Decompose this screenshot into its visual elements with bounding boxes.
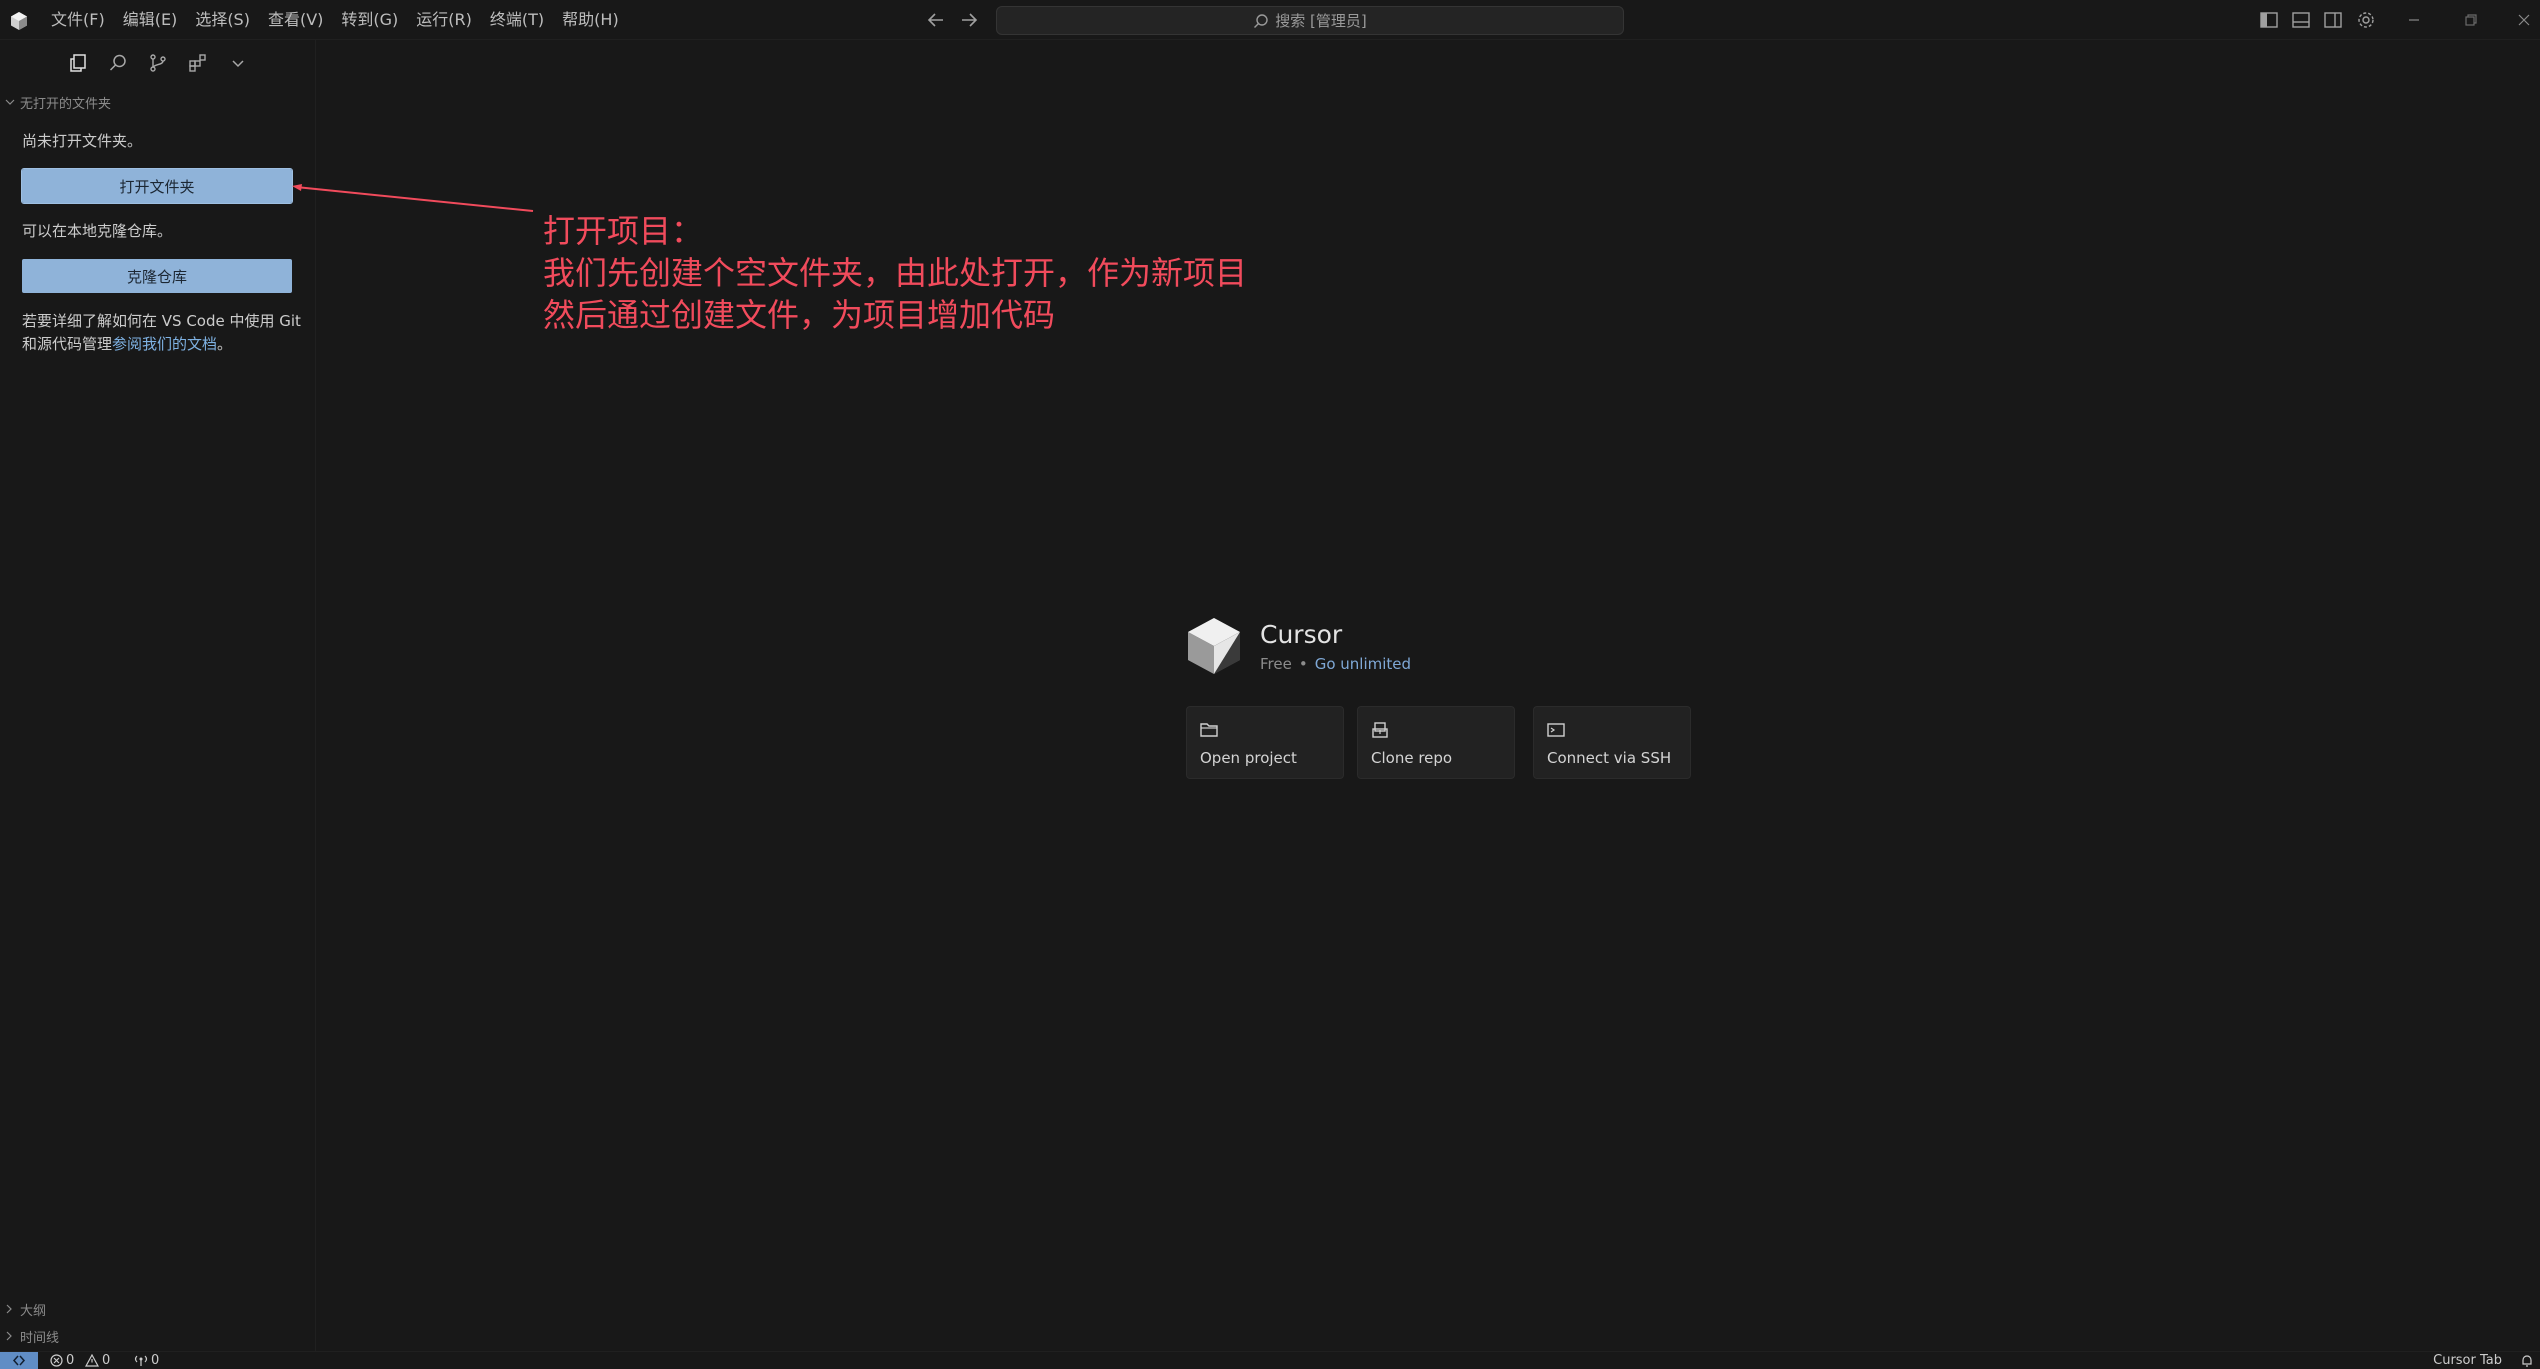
outline-section-header[interactable]: 大纲 bbox=[4, 1298, 46, 1320]
explorer-section-header[interactable]: 无打开的文件夹 bbox=[4, 90, 111, 114]
menu-selection[interactable]: 选择(S) bbox=[186, 0, 259, 40]
errors-count: 0 bbox=[66, 1353, 75, 1368]
annotation-line-2: 我们先创建个空文件夹，由此处打开，作为新项目 bbox=[543, 254, 1248, 292]
search-placeholder: 搜索 [管理员] bbox=[1275, 12, 1367, 30]
toggle-secondary-sidebar-icon[interactable] bbox=[2322, 9, 2344, 31]
remote-indicator-button[interactable] bbox=[0, 1352, 38, 1369]
sidebar-view-switcher bbox=[0, 40, 316, 86]
plan-separator: • bbox=[1298, 655, 1308, 673]
menu-terminal[interactable]: 终端(T) bbox=[481, 0, 553, 40]
docs-suffix: 。 bbox=[217, 335, 233, 353]
timeline-label: 时间线 bbox=[20, 1330, 60, 1346]
gear-icon[interactable] bbox=[2355, 9, 2377, 31]
status-bar: 0 0 0 Cursor Tab bbox=[0, 1351, 2540, 1369]
plan-label: Free bbox=[1260, 655, 1292, 673]
plan-info: Free • Go unlimited bbox=[1260, 655, 1411, 673]
outline-label: 大纲 bbox=[20, 1303, 47, 1319]
bell-icon[interactable] bbox=[2520, 1352, 2534, 1369]
chevron-right-icon bbox=[6, 1331, 12, 1341]
clone-repo-label: Clone repo bbox=[1371, 749, 1453, 767]
app-name: Cursor bbox=[1260, 620, 1343, 649]
clone-repository-button[interactable]: 克隆仓库 bbox=[22, 259, 292, 293]
terminal-icon bbox=[1547, 723, 1565, 737]
explorer-files-icon[interactable] bbox=[67, 52, 89, 74]
arrow-left-icon[interactable] bbox=[924, 9, 948, 31]
annotation-line-1: 打开项目： bbox=[543, 212, 704, 250]
chevron-down-icon[interactable] bbox=[227, 52, 249, 74]
minimize-icon[interactable] bbox=[2402, 8, 2426, 32]
warning-icon bbox=[85, 1354, 99, 1367]
status-errors[interactable]: 0 bbox=[50, 1352, 74, 1369]
title-bar: 文件(F) 编辑(E) 选择(S) 查看(V) 转到(G) 运行(R) 终端(T… bbox=[0, 0, 2540, 40]
open-folder-button[interactable]: 打开文件夹 bbox=[21, 168, 293, 204]
menu-go[interactable]: 转到(G) bbox=[332, 0, 407, 40]
clone-hint-message: 可以在本地克隆仓库。 bbox=[22, 222, 173, 240]
status-ports[interactable]: 0 bbox=[134, 1352, 159, 1369]
tutorial-annotation: 打开项目： 我们先创建个空文件夹，由此处打开，作为新项目 然后通过创建文件，为项… bbox=[543, 210, 1247, 336]
chevron-down-icon bbox=[5, 99, 15, 105]
cursor-cube-logo-icon bbox=[1188, 618, 1240, 674]
go-unlimited-link[interactable]: Go unlimited bbox=[1315, 655, 1411, 673]
antenna-icon bbox=[134, 1355, 148, 1366]
docs-link[interactable]: 参阅我们的文档 bbox=[112, 335, 217, 353]
search-icon bbox=[1254, 13, 1268, 28]
search-icon[interactable] bbox=[107, 52, 129, 74]
menu-run[interactable]: 运行(R) bbox=[407, 0, 481, 40]
clone-repo-card[interactable]: Clone repo bbox=[1357, 706, 1515, 779]
warnings-count: 0 bbox=[102, 1353, 111, 1368]
annotation-arrow-icon bbox=[292, 184, 534, 212]
open-project-card[interactable]: Open project bbox=[1186, 706, 1344, 779]
cursor-tab-status[interactable]: Cursor Tab bbox=[2433, 1352, 2502, 1369]
annotation-line-3: 然后通过创建文件，为项目增加代码 bbox=[543, 296, 1056, 334]
connect-ssh-card[interactable]: Connect via SSH bbox=[1533, 706, 1691, 779]
toggle-panel-icon[interactable] bbox=[2290, 9, 2312, 31]
menu-edit[interactable]: 编辑(E) bbox=[114, 0, 187, 40]
extensions-icon[interactable] bbox=[187, 52, 209, 74]
status-warnings[interactable]: 0 bbox=[85, 1352, 110, 1369]
menu-bar: 文件(F) 编辑(E) 选择(S) 查看(V) 转到(G) 运行(R) 终端(T… bbox=[42, 0, 628, 40]
toggle-primary-sidebar-icon[interactable] bbox=[2258, 9, 2280, 31]
menu-file[interactable]: 文件(F) bbox=[42, 0, 114, 40]
ports-count: 0 bbox=[151, 1353, 160, 1368]
clone-icon bbox=[1372, 722, 1388, 738]
timeline-section-header[interactable]: 时间线 bbox=[4, 1325, 59, 1347]
chevron-right-icon bbox=[6, 1304, 12, 1314]
welcome-panel: Cursor Free • Go unlimited Open project … bbox=[1186, 612, 1696, 792]
error-icon bbox=[50, 1354, 63, 1367]
menu-view[interactable]: 查看(V) bbox=[259, 0, 332, 40]
folder-icon bbox=[1200, 723, 1218, 737]
command-center-search[interactable]: 搜索 [管理员] bbox=[996, 6, 1624, 35]
primary-sidebar: 无打开的文件夹 尚未打开文件夹。 打开文件夹 可以在本地克隆仓库。 克隆仓库 若… bbox=[0, 40, 316, 1351]
explorer-header-label: 无打开的文件夹 bbox=[20, 96, 112, 112]
menu-help[interactable]: 帮助(H) bbox=[553, 0, 628, 40]
restore-icon[interactable] bbox=[2458, 8, 2482, 32]
no-folder-message: 尚未打开文件夹。 bbox=[22, 132, 143, 150]
arrow-right-icon[interactable] bbox=[957, 9, 981, 31]
cursor-logo-icon[interactable] bbox=[8, 10, 30, 32]
close-icon[interactable] bbox=[2512, 8, 2536, 32]
source-control-icon[interactable] bbox=[147, 52, 169, 74]
connect-ssh-label: Connect via SSH bbox=[1547, 749, 1672, 767]
git-docs-message: 若要详细了解如何在 VS Code 中使用 Git 和源代码管理参阅我们的文档。 bbox=[22, 310, 302, 356]
open-project-label: Open project bbox=[1200, 749, 1297, 767]
remote-icon bbox=[12, 1355, 26, 1366]
